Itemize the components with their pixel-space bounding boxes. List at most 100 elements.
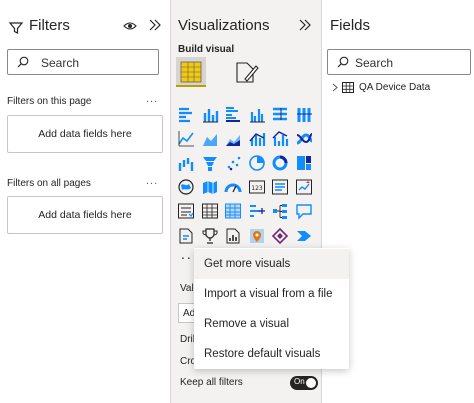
table-icon: [201, 203, 218, 219]
filters-on-all-pages-label: Filters on all pages: [7, 178, 91, 189]
visual-type-stacked-bar-chart-button[interactable]: [175, 103, 197, 125]
visual-type-decomposition-tree-button[interactable]: [269, 200, 291, 222]
visual-type-100-stacked-column-chart-button[interactable]: [293, 103, 315, 125]
fields-search-placeholder: Search: [355, 56, 394, 70]
card-icon: 123: [248, 180, 265, 194]
azure-map-icon: [249, 228, 264, 243]
eye-icon[interactable]: [123, 20, 137, 32]
filters-search-placeholder: Search: [41, 56, 80, 70]
toggle-knob: [306, 378, 316, 388]
visual-type-scatter-chart-button[interactable]: [222, 152, 244, 174]
menu-item-remove-visual[interactable]: Remove a visual: [194, 309, 349, 339]
filled-map-icon: [202, 180, 217, 194]
clustered-bar-chart-icon: [226, 107, 240, 122]
visual-type-filled-map-button[interactable]: [199, 176, 221, 198]
line-and-clustered-column-icon: [272, 131, 289, 147]
slicer-icon: [178, 203, 194, 219]
drop-zone-label: Add data fields here: [38, 209, 132, 221]
visual-type-treemap-button[interactable]: [293, 152, 315, 174]
visual-type-qa-button[interactable]: [293, 200, 315, 222]
visual-type-line-and-clustered-column-button[interactable]: [269, 127, 291, 149]
field-table-row[interactable]: QA Device Data: [330, 82, 430, 93]
filters-pane: Filters Search Filters on this page ... …: [0, 0, 170, 403]
build-visual-tab[interactable]: [176, 57, 206, 87]
filters-on-this-page-more-button[interactable]: ...: [146, 93, 158, 105]
key-influencers-icon: [249, 205, 265, 218]
collapse-filters-chevron-icon[interactable]: [148, 18, 162, 32]
100-stacked-bar-chart-icon: [273, 107, 287, 121]
gauge-icon: [224, 183, 242, 193]
clustered-column-chart-icon: [249, 109, 265, 123]
waterfall-chart-icon: [178, 157, 194, 171]
visual-type-stacked-area-chart-button[interactable]: [222, 127, 244, 149]
donut-chart-icon: [272, 155, 288, 171]
visual-type-100-stacked-bar-chart-button[interactable]: [269, 103, 291, 125]
filters-on-this-page-drop-zone[interactable]: Add data fields here: [7, 115, 163, 153]
visual-type-donut-chart-button[interactable]: [269, 152, 291, 174]
fields-search-input[interactable]: Search: [327, 49, 471, 75]
visual-type-slicer-button[interactable]: [175, 200, 197, 222]
keep-all-filters-label: Keep all filters: [180, 377, 243, 388]
visual-type-pie-chart-button[interactable]: [246, 152, 268, 174]
svg-text:123: 123: [251, 185, 263, 192]
power-apps-icon: [271, 227, 289, 244]
stacked-bar-chart-icon: [179, 107, 192, 123]
visual-type-stacked-column-chart-button[interactable]: [199, 103, 221, 125]
visual-type-line-and-stacked-column-button[interactable]: [246, 127, 268, 149]
menu-item-import-visual-from-file[interactable]: Import a visual from a file: [194, 279, 349, 309]
visual-type-multi-row-card-button[interactable]: [269, 176, 291, 198]
ribbon-chart-icon: [296, 133, 313, 145]
decomposition-tree-icon: [273, 204, 287, 220]
matrix-icon: [225, 203, 241, 219]
chevron-right-icon[interactable]: [330, 83, 339, 92]
visual-type-funnel-chart-button[interactable]: [199, 152, 221, 174]
visual-type-metrics-button[interactable]: [199, 225, 221, 247]
filters-title: Filters: [29, 17, 70, 34]
keep-all-filters-toggle[interactable]: On: [290, 376, 318, 390]
area-chart-icon: [202, 134, 217, 147]
filters-on-all-pages-more-button[interactable]: ...: [146, 175, 158, 187]
visual-type-line-chart-button[interactable]: [175, 127, 197, 149]
metrics-icon: [202, 227, 217, 244]
paginated-report-icon: [226, 228, 240, 243]
power-automate-icon: [296, 230, 311, 241]
qa-icon: [295, 204, 312, 220]
visual-type-kpi-button[interactable]: [293, 176, 315, 198]
drop-zone-label: Add data fields here: [38, 128, 132, 140]
visual-type-table-button[interactable]: [199, 200, 221, 222]
visual-type-map-button[interactable]: [175, 176, 197, 198]
visual-type-gauge-button[interactable]: [222, 176, 244, 198]
stacked-area-chart-icon: [226, 135, 240, 147]
filters-search-input[interactable]: Search: [7, 49, 159, 75]
pie-chart-icon: [248, 154, 265, 171]
line-chart-icon: [178, 131, 194, 147]
visual-type-area-chart-button[interactable]: [199, 127, 221, 149]
visual-type-power-automate-button[interactable]: [293, 225, 315, 247]
visual-type-smart-narrative-button[interactable]: [175, 225, 197, 247]
collapse-visualizations-chevron-icon[interactable]: [298, 18, 312, 32]
visual-type-paginated-report-button[interactable]: [222, 225, 244, 247]
menu-item-restore-default-visuals[interactable]: Restore default visuals: [194, 339, 349, 369]
kpi-icon: [295, 179, 312, 195]
build-visual-icon: [180, 61, 202, 83]
visual-type-clustered-bar-chart-button[interactable]: [222, 103, 244, 125]
visual-type-clustered-column-chart-button[interactable]: [246, 103, 268, 125]
visual-type-waterfall-chart-button[interactable]: [175, 152, 197, 174]
visual-type-azure-map-button[interactable]: [246, 225, 268, 247]
table-icon: [342, 82, 354, 93]
menu-item-get-more-visuals[interactable]: Get more visuals: [194, 249, 349, 279]
filters-on-this-page-label: Filters on this page: [7, 96, 92, 107]
100-stacked-column-chart-icon: [296, 108, 312, 122]
toggle-state-label: On: [294, 377, 305, 386]
visual-type-matrix-button[interactable]: [222, 200, 244, 222]
format-visual-tab[interactable]: [231, 57, 261, 87]
filters-on-all-pages-drop-zone[interactable]: Add data fields here: [7, 196, 163, 234]
drill-through-label: Dril: [180, 334, 195, 345]
visual-type-card-button[interactable]: 123: [246, 176, 268, 198]
visual-type-key-influencers-button[interactable]: [246, 200, 268, 222]
visual-type-power-apps-button[interactable]: [269, 225, 291, 247]
format-visual-icon: [236, 62, 259, 83]
stacked-column-chart-icon: [202, 109, 218, 123]
visual-type-ribbon-chart-button[interactable]: [293, 127, 315, 149]
build-visual-label: Build visual: [178, 44, 235, 55]
